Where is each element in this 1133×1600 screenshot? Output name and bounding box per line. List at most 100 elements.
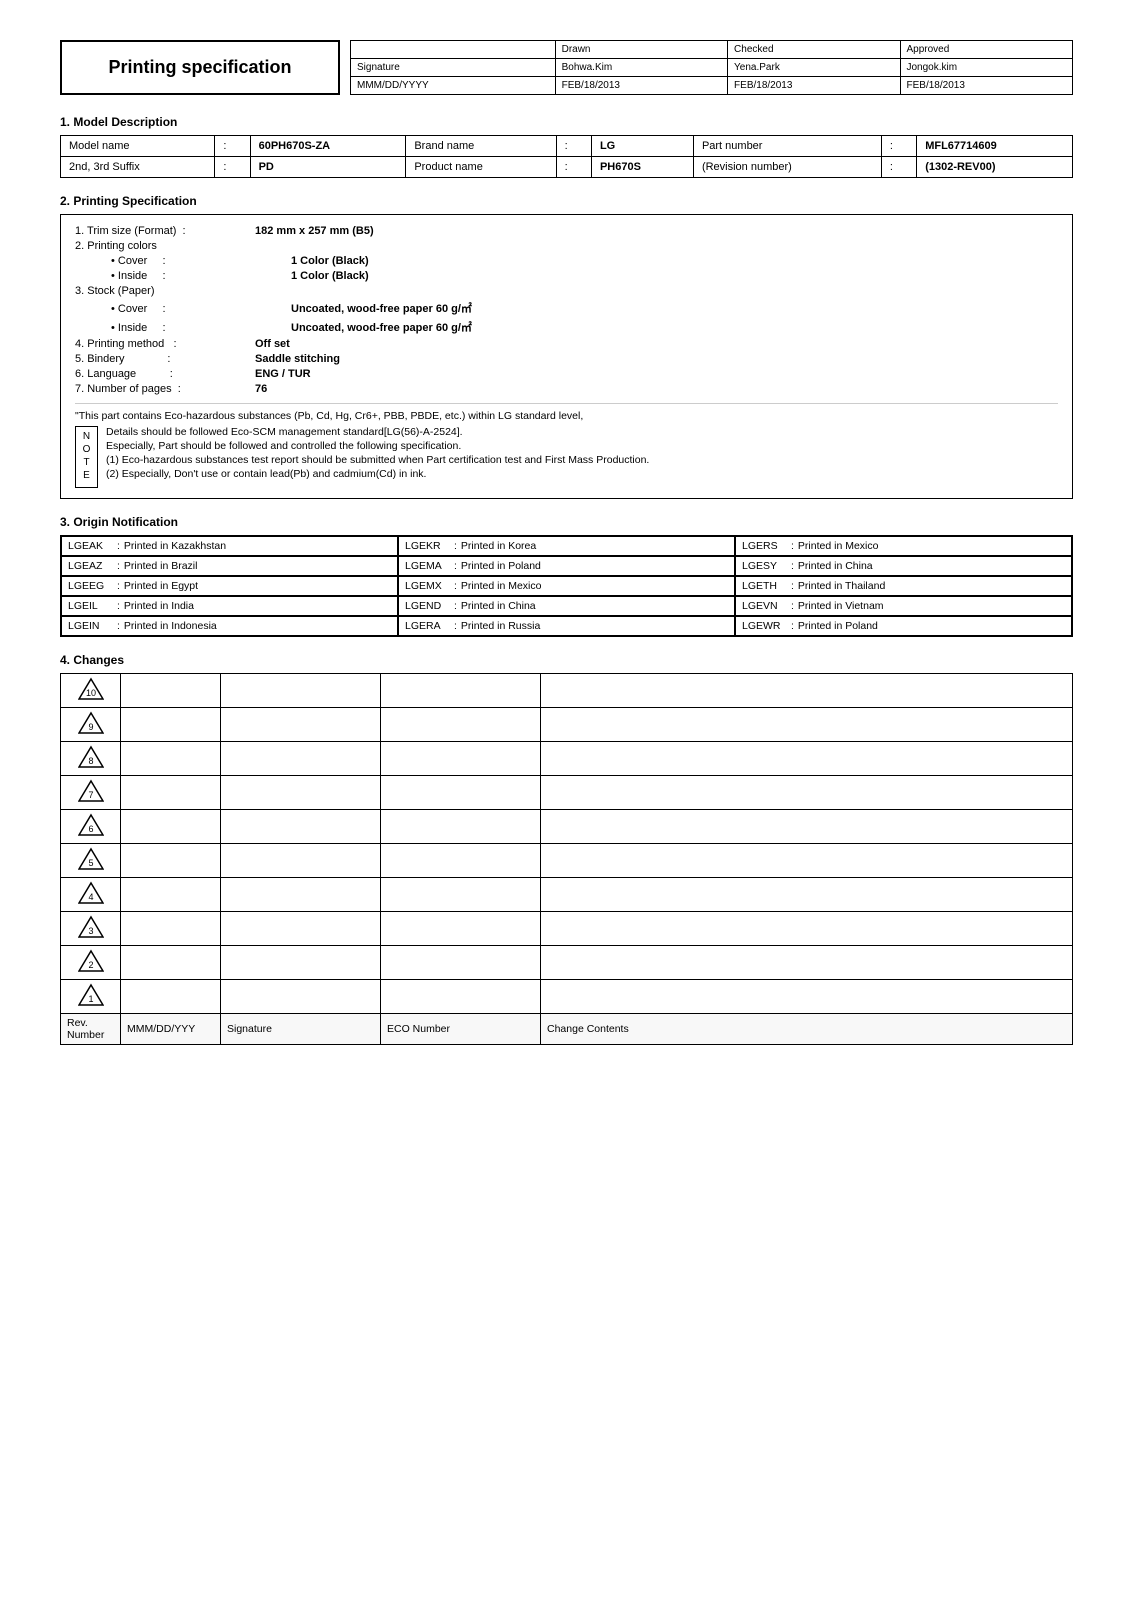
changes-contents-10 [541, 674, 1073, 708]
changes-signature-1 [221, 980, 381, 1014]
changes-eco-8 [381, 742, 541, 776]
model-row-2: 2nd, 3rd Suffix : PD Product name : PH67… [61, 157, 1073, 178]
svg-text:6: 6 [88, 824, 93, 834]
changes-row-10: 10 [61, 674, 1073, 708]
changes-row-6: 6 [61, 810, 1073, 844]
colon2: : [556, 136, 591, 157]
approval-date-row: MMM/DD/YYYY FEB/18/2013 FEB/18/2013 FEB/… [351, 77, 1073, 95]
origin-lgesy: LGESY : Printed in China [735, 556, 1072, 576]
changes-rev-num-5: 5 [61, 844, 121, 878]
spec-cover-stock: • Cover : Uncoated, wood-free paper 60 g… [111, 300, 1058, 316]
spec-bindery: 5. Bindery : Saddle stitching [75, 353, 1058, 365]
changes-table: 10 9 8 7 6 5 4 3 2 1 Rev. NumberMMM/DD/Y… [60, 673, 1073, 1045]
part-number-label: Part number [693, 136, 881, 157]
origin-lgewr: LGEWR : Printed in Poland [735, 616, 1072, 636]
product-name-value: PH670S [591, 157, 693, 178]
section1-title: 1. Model Description [60, 115, 1073, 129]
notes-lines: Details should be followed Eco-SCM manag… [106, 426, 649, 488]
origin-lgeak: LGEAK : Printed in Kazakhstan [61, 536, 398, 556]
note-line-4: (2) Especially, Don't use or contain lea… [106, 468, 649, 480]
changes-row-1: 1 [61, 980, 1073, 1014]
changes-eco-3 [381, 912, 541, 946]
changes-eco-6 [381, 810, 541, 844]
colon3: : [881, 136, 916, 157]
spec-notes: "This part contains Eco-hazardous substa… [75, 403, 1058, 488]
changes-contents-9 [541, 708, 1073, 742]
changes-rev-num-1: 1 [61, 980, 121, 1014]
changes-eco-1 [381, 980, 541, 1014]
spec-trim-size: 1. Trim size (Format) : 182 mm x 257 mm … [75, 225, 1058, 237]
changes-rev-num-8: 8 [61, 742, 121, 776]
changes-date-3 [121, 912, 221, 946]
changes-eco-4 [381, 878, 541, 912]
triangle-icon-1: 1 [78, 983, 104, 1007]
changes-row-9: 9 [61, 708, 1073, 742]
origin-lgend: LGEND : Printed in China [398, 596, 735, 616]
origin-lgers: LGERS : Printed in Mexico [735, 536, 1072, 556]
approval-approved-name: Jongok.kim [900, 59, 1073, 77]
header: Printing specification Drawn Checked App… [60, 40, 1073, 95]
changes-date-1 [121, 980, 221, 1014]
origin-lgeth: LGETH : Printed in Thailand [735, 576, 1072, 596]
revision-value: (1302-REV00) [917, 157, 1073, 178]
changes-rev-num-3: 3 [61, 912, 121, 946]
changes-signature-9 [221, 708, 381, 742]
origin-lgeil: LGEIL : Printed in India [61, 596, 398, 616]
colon1: : [215, 136, 250, 157]
changes-rev-num-4: 4 [61, 878, 121, 912]
model-description-table: Model name : 60PH670S-ZA Brand name : LG… [60, 135, 1073, 178]
changes-row-8: 8 [61, 742, 1073, 776]
colon5: : [556, 157, 591, 178]
revision-label: (Revision number) [693, 157, 881, 178]
approval-header-row: Drawn Checked Approved [351, 41, 1073, 59]
triangle-icon-2: 2 [78, 949, 104, 973]
changes-contents-8 [541, 742, 1073, 776]
changes-row-4: 4 [61, 878, 1073, 912]
approval-signature-label: Signature [351, 59, 556, 77]
spec-num-pages: 7. Number of pages : 76 [75, 383, 1058, 395]
changes-rev-num-9: 9 [61, 708, 121, 742]
origin-lgemx: LGEMX : Printed in Mexico [398, 576, 735, 596]
model-name-label: Model name [61, 136, 215, 157]
changes-date-2 [121, 946, 221, 980]
spec-inside-color: • Inside : 1 Color (Black) [111, 270, 1058, 282]
colon6: : [881, 157, 916, 178]
svg-text:2: 2 [88, 960, 93, 970]
spec-cover-color: • Cover : 1 Color (Black) [111, 255, 1058, 267]
approval-checked-date: FEB/18/2013 [728, 77, 900, 95]
changes-rev-num-6: 6 [61, 810, 121, 844]
origin-lgeaz: LGEAZ : Printed in Brazil [61, 556, 398, 576]
triangle-icon-10: 10 [78, 677, 104, 701]
section4-title: 4. Changes [60, 653, 1073, 667]
approval-empty [351, 41, 556, 59]
changes-contents-3 [541, 912, 1073, 946]
model-row-1: Model name : 60PH670S-ZA Brand name : LG… [61, 136, 1073, 157]
changes-row-7: 7 [61, 776, 1073, 810]
changes-signature-4 [221, 878, 381, 912]
changes-signature-8 [221, 742, 381, 776]
spec-inside-stock: • Inside : Uncoated, wood-free paper 60 … [111, 319, 1058, 335]
changes-row-2: 2 [61, 946, 1073, 980]
changes-row-5: 5 [61, 844, 1073, 878]
product-name-label: Product name [406, 157, 556, 178]
changes-contents-5 [541, 844, 1073, 878]
changes-contents-4 [541, 878, 1073, 912]
changes-date-9 [121, 708, 221, 742]
changes-footer-cell-0: Rev. Number [61, 1014, 121, 1045]
approval-approved-date: FEB/18/2013 [900, 77, 1073, 95]
approval-checked-name: Yena.Park [728, 59, 900, 77]
spec-language: 6. Language : ENG / TUR [75, 368, 1058, 380]
approval-table: Drawn Checked Approved Signature Bohwa.K… [350, 40, 1073, 95]
svg-text:10: 10 [85, 688, 95, 698]
origin-lgekr: LGEKR : Printed in Korea [398, 536, 735, 556]
changes-date-7 [121, 776, 221, 810]
triangle-icon-6: 6 [78, 813, 104, 837]
approval-checked-label: Checked [728, 41, 900, 59]
changes-contents-1 [541, 980, 1073, 1014]
triangle-icon-9: 9 [78, 711, 104, 735]
approval-drawn-date: FEB/18/2013 [555, 77, 727, 95]
changes-signature-3 [221, 912, 381, 946]
part-number-value: MFL67714609 [917, 136, 1073, 157]
changes-footer-row: Rev. NumberMMM/DD/YYYSignatureECO Number… [61, 1014, 1073, 1045]
approval-drawn-name: Bohwa.Kim [555, 59, 727, 77]
